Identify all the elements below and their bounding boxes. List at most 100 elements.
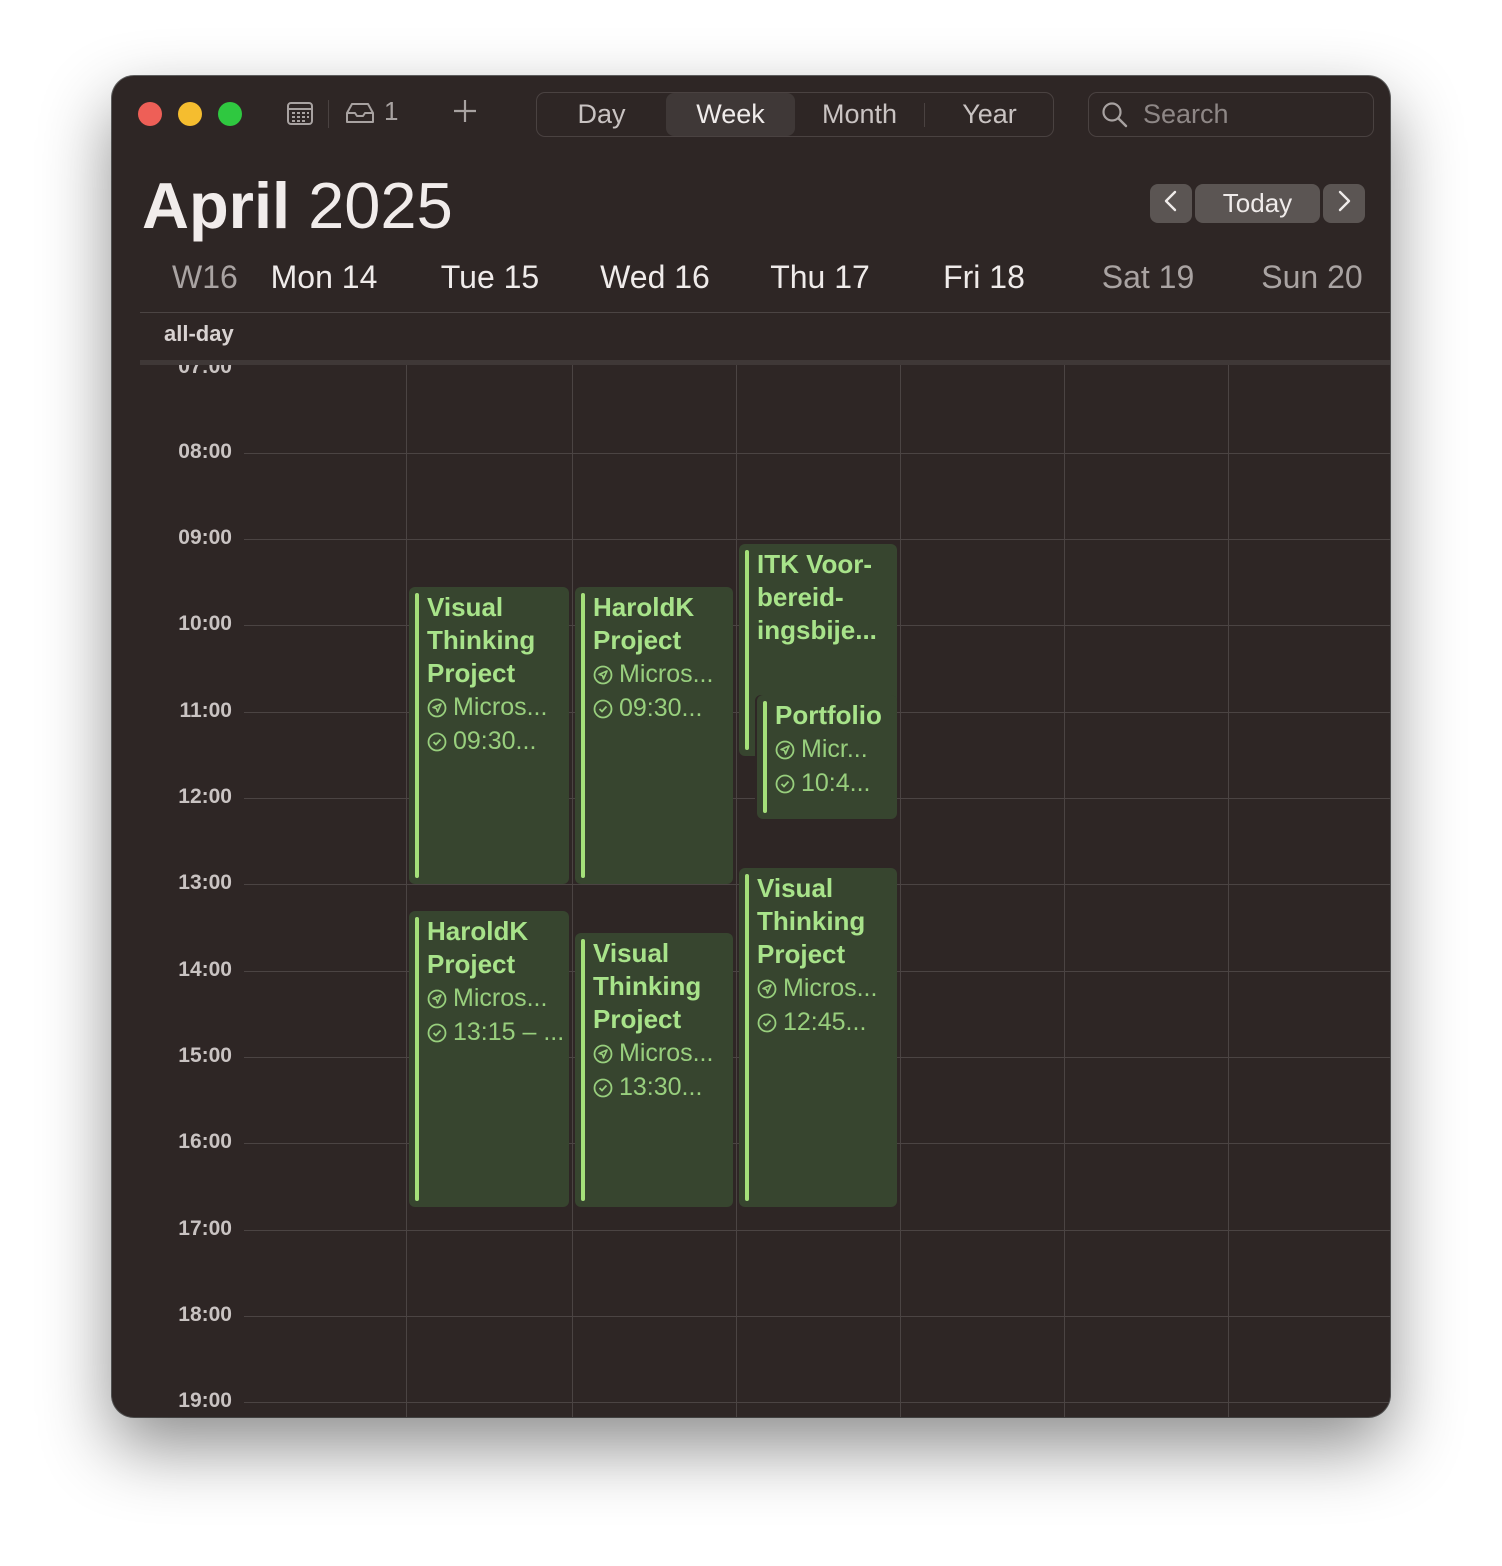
zoom-window-button[interactable] [218,102,242,126]
hour-line [244,453,1390,454]
calendar-event[interactable]: Portfolio Micr... 10:4... [757,695,897,819]
event-color-bar [745,874,749,1201]
chevron-left-icon [1163,190,1179,217]
event-title: HaroldK Project [427,916,529,979]
location-icon [757,979,777,999]
event-title: Portfolio [775,700,882,730]
plus-icon [452,100,478,128]
event-time: 09:30... [619,694,703,722]
inbox-icon [344,103,376,130]
hour-label: 10:00 [178,612,232,635]
month-view-tab[interactable]: Month [795,93,924,136]
event-time: 13:15 – ... [453,1018,565,1046]
hour-label: 08:00 [178,440,232,463]
event-color-bar [581,939,585,1201]
event-time: 10:4... [801,769,871,797]
hour-label: 17:00 [178,1217,232,1240]
hour-line [244,1316,1390,1317]
page-title: April 2025 [142,168,453,243]
day-header-fri[interactable]: Fri 18 [902,259,1066,296]
calendar-event[interactable]: Visual Thinking Project Micros... 09:30.… [409,587,569,884]
hour-label: 12:00 [178,785,232,808]
clock-icon [593,699,613,719]
today-button[interactable]: Today [1195,184,1320,223]
event-title: Visual Thinking Project [757,873,866,969]
event-location: Micros... [783,974,878,1002]
event-location: Micros... [453,693,548,721]
day-divider [406,365,407,1417]
event-location: Micros... [619,660,714,688]
clock-icon [427,732,447,752]
event-color-bar [763,701,767,813]
add-event-button[interactable] [452,98,478,129]
event-location: Micros... [453,984,548,1012]
location-icon [593,1044,613,1064]
day-divider [1228,365,1229,1417]
toolbar-divider [328,100,329,128]
hour-label: 19:00 [178,1389,232,1412]
inbox-button[interactable] [344,100,376,131]
hour-label: 09:00 [178,526,232,549]
week-view-tab[interactable]: Week [666,93,795,136]
hour-label: 07:00 [178,365,232,378]
day-header-sat[interactable]: Sat 19 [1066,259,1230,296]
allday-label: all-day [164,321,234,346]
calendar-event[interactable]: HaroldK Project Micros... 13:15 – ... [409,911,569,1207]
search-field[interactable]: Search [1088,92,1374,137]
event-color-bar [581,593,585,878]
title-month: April [142,169,291,242]
day-header-thu[interactable]: Thu 17 [738,259,902,296]
clock-icon [593,1078,613,1098]
week-number: W16 [172,259,238,295]
day-header-wed[interactable]: Wed 16 [573,259,737,296]
chevron-right-icon [1336,190,1352,217]
location-icon [775,740,795,760]
event-title: Visual Thinking Project [593,938,702,1034]
day-divider [1064,365,1065,1417]
previous-week-button[interactable] [1150,184,1192,223]
location-icon [427,989,447,1009]
close-window-button[interactable] [138,102,162,126]
day-header-tue[interactable]: Tue 15 [408,259,572,296]
minimize-window-button[interactable] [178,102,202,126]
location-icon [427,698,447,718]
hour-line [244,539,1390,540]
event-color-bar [745,550,749,750]
event-location: Micros... [619,1039,714,1067]
event-time: 09:30... [453,727,537,755]
day-header-mon[interactable]: Mon 14 [242,259,406,296]
hour-label: 11:00 [179,699,232,722]
clock-icon [775,774,795,794]
year-view-tab[interactable]: Year [925,93,1054,136]
event-time: 13:30... [619,1073,703,1101]
event-color-bar [415,917,419,1201]
hour-label: 15:00 [178,1044,232,1067]
event-title: ITK Voor-bereid-ingsbije... [757,549,877,645]
event-time: 12:45... [783,1008,867,1036]
event-title: Visual Thinking Project [427,592,536,688]
day-divider [736,365,737,1417]
hour-label: 18:00 [178,1303,232,1326]
search-icon [1101,101,1129,134]
title-year: 2025 [308,169,453,242]
time-grid[interactable]: 07:00 08:00 09:00 10:00 11:00 12:00 13:0… [112,365,1390,1417]
calendar-list-icon[interactable] [286,100,314,131]
calendar-event[interactable]: Visual Thinking Project Micros... 13:30.… [575,933,733,1207]
calendar-event[interactable]: Visual Thinking Project Micros... 12:45.… [739,868,897,1207]
event-title: HaroldK Project [593,592,695,655]
event-location: Micr... [801,735,868,763]
day-divider [900,365,901,1417]
hour-label: 16:00 [178,1130,232,1153]
allday-top-border [140,312,1390,313]
calendar-window: 1 Day Week Month Year Search April 2025 … [112,76,1390,1417]
location-icon [593,665,613,685]
hour-line [244,1230,1390,1231]
clock-icon [757,1013,777,1033]
day-view-tab[interactable]: Day [537,93,666,136]
day-header-sun[interactable]: Sun 20 [1230,259,1390,296]
day-divider [572,365,573,1417]
event-color-bar [415,593,419,878]
hour-label: 14:00 [178,958,232,981]
calendar-event[interactable]: HaroldK Project Micros... 09:30... [575,587,733,884]
next-week-button[interactable] [1323,184,1365,223]
